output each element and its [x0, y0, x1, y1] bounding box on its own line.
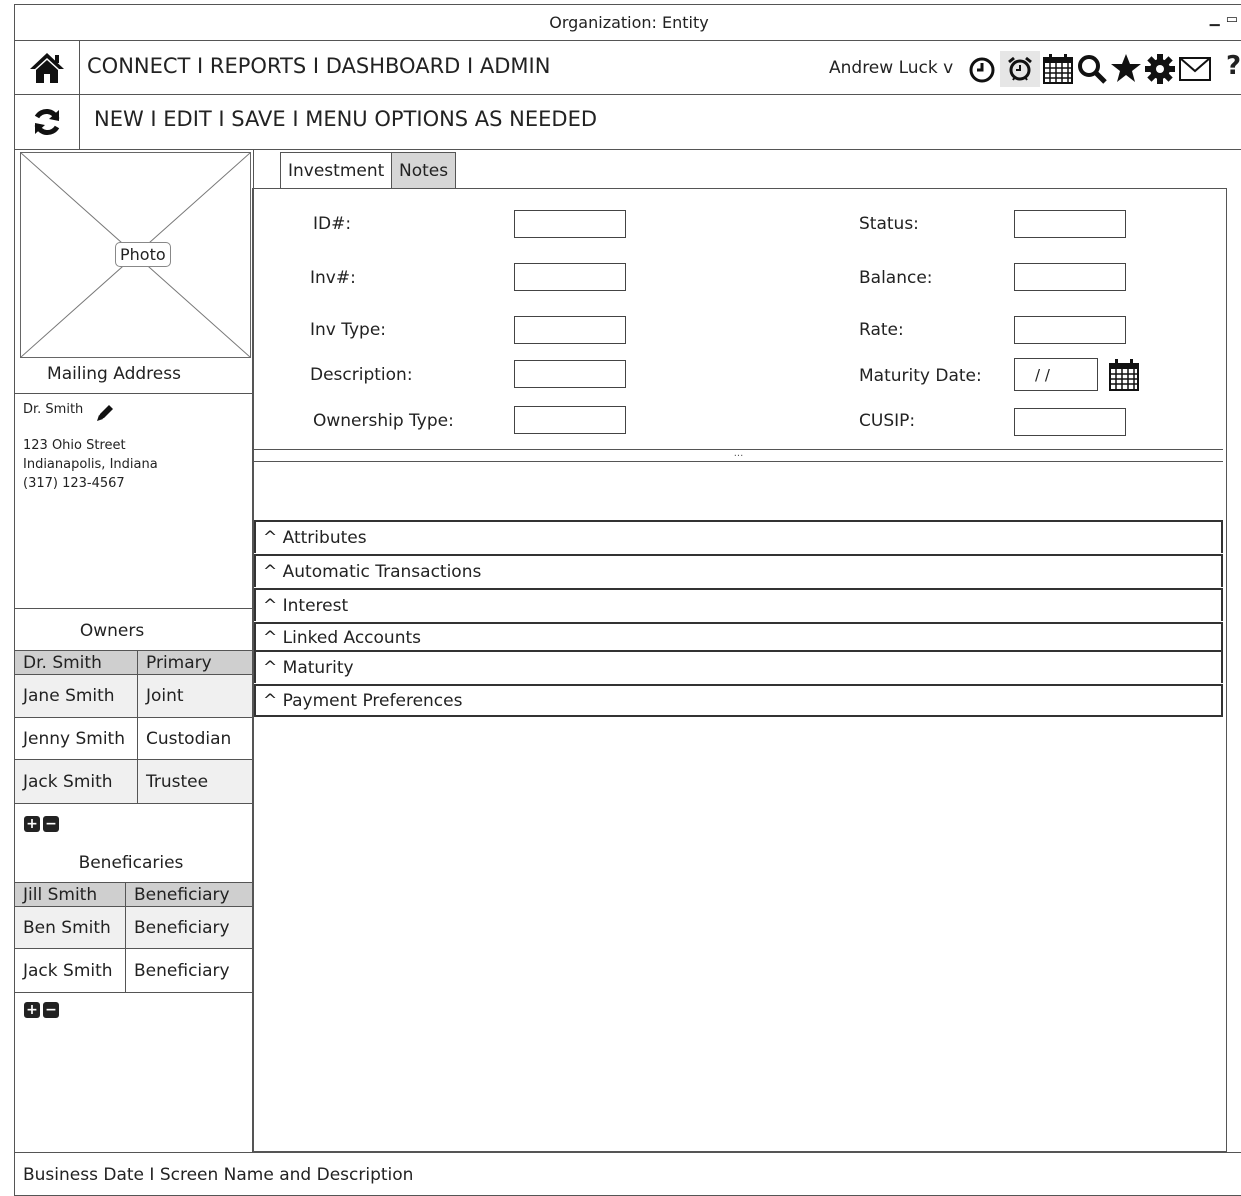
sidebar: Photo Mailing Address Dr. Smith 123 Ohio… [14, 150, 254, 1152]
help-icon[interactable]: ? [1226, 51, 1241, 81]
calendar-icon[interactable] [1042, 53, 1074, 85]
beneficiary-role: Beneficiary [125, 882, 254, 907]
action-menu[interactable]: NEW I EDIT I SAVE I MENU OPTIONS AS NEED… [94, 107, 597, 131]
calendar-picker-icon[interactable] [1108, 358, 1140, 392]
window-controls: ▁ ▭ [1210, 12, 1239, 27]
beneficiaries-title: Beneficaries [78, 853, 184, 873]
status-bar: Business Date I Screen Name and Descript… [14, 1152, 1241, 1196]
photo-label: Photo [115, 242, 171, 267]
table-row[interactable]: Jack Smith Trustee [14, 759, 254, 804]
id-field[interactable] [514, 210, 626, 238]
status-field[interactable] [1014, 210, 1126, 238]
tab-notes[interactable]: Notes [391, 152, 457, 188]
section-linked-accounts[interactable]: ^ Linked Accounts [254, 622, 1223, 651]
table-row[interactable]: Jill Smith Beneficiary [14, 882, 254, 907]
owner-name: Jenny Smith [14, 717, 138, 760]
action-bar: NEW I EDIT I SAVE I MENU OPTIONS AS NEED… [14, 95, 1241, 150]
section-maturity[interactable]: ^ Maturity [254, 650, 1223, 683]
balance-field[interactable] [1014, 263, 1126, 291]
maturity-date-field[interactable]: / / [1014, 358, 1098, 391]
section-attributes[interactable]: ^ Attributes [254, 520, 1223, 553]
refresh-icon [34, 109, 59, 135]
maximize-icon[interactable]: ▭ [1226, 12, 1239, 27]
panel-splitter[interactable]: ... [254, 449, 1223, 462]
beneficiary-role: Beneficiary [125, 906, 254, 949]
window-titlebar: Organization: Entity [14, 4, 1241, 41]
add-beneficiary-icon[interactable]: + [24, 1002, 40, 1018]
beneficiaries-table: Jill Smith Beneficiary Ben Smith Benefic… [14, 882, 254, 993]
beneficiaries-controls: + − [24, 999, 62, 1018]
section-automatic-transactions[interactable]: ^ Automatic Transactions [254, 554, 1223, 587]
owner-role: Primary [137, 650, 254, 675]
owner-name: Dr. Smith [14, 650, 138, 675]
divider [14, 608, 254, 609]
search-icon[interactable] [1076, 53, 1108, 85]
mailing-address-title: Mailing Address [47, 364, 181, 384]
home-icon [29, 52, 64, 83]
owner-role: Custodian [137, 717, 254, 760]
photo-placeholder: Photo [20, 152, 251, 358]
gear-icon[interactable] [1144, 53, 1176, 85]
user-menu[interactable]: Andrew Luck v [829, 58, 953, 78]
address-line-2: Indianapolis, Indiana [23, 457, 158, 472]
id-label: ID#: [313, 214, 352, 234]
section-interest[interactable]: ^ Interest [254, 588, 1223, 621]
owner-role: Trustee [137, 759, 254, 804]
rate-label: Rate: [859, 320, 904, 340]
inv-type-label: Inv Type: [310, 320, 387, 340]
contact-name: Dr. Smith [23, 402, 84, 417]
description-field[interactable] [514, 360, 626, 388]
description-label: Description: [310, 365, 413, 385]
ownership-type-field[interactable] [514, 406, 626, 434]
inv-label: Inv#: [310, 268, 356, 288]
table-row[interactable]: Ben Smith Beneficiary [14, 906, 254, 949]
table-row[interactable]: Dr. Smith Primary [14, 650, 254, 675]
section-payment-preferences[interactable]: ^ Payment Preferences [254, 684, 1223, 717]
inv-field[interactable] [514, 263, 626, 291]
beneficiary-name: Jack Smith [14, 948, 126, 993]
owners-title: Owners [79, 621, 145, 641]
window-title: Organization: Entity [549, 12, 709, 32]
ownership-type-label: Ownership Type: [313, 411, 454, 431]
beneficiary-role: Beneficiary [125, 948, 254, 993]
owners-controls: + − [24, 813, 62, 832]
minimize-icon[interactable]: ▁ [1210, 12, 1221, 27]
divider [14, 393, 254, 394]
table-row[interactable]: Jane Smith Joint [14, 674, 254, 718]
address-line-1: 123 Ohio Street [23, 438, 126, 453]
status-label: Status: [859, 214, 919, 234]
balance-label: Balance: [859, 268, 933, 288]
owner-name: Jane Smith [14, 674, 138, 718]
alarm-button[interactable] [1000, 51, 1040, 87]
add-owner-icon[interactable]: + [24, 816, 40, 832]
owners-table: Dr. Smith Primary Jane Smith Joint Jenny… [14, 650, 254, 804]
clock-icon[interactable] [968, 56, 996, 84]
owner-role: Joint [137, 674, 254, 718]
refresh-button[interactable] [14, 95, 80, 149]
beneficiary-name: Ben Smith [14, 906, 126, 949]
phone-number: (317) 123-4567 [23, 476, 125, 491]
remove-owner-icon[interactable]: − [43, 816, 59, 832]
beneficiary-name: Jill Smith [14, 882, 126, 907]
remove-beneficiary-icon[interactable]: − [43, 1002, 59, 1018]
alarm-clock-icon [1008, 56, 1032, 81]
edit-pencil-icon[interactable] [94, 402, 116, 424]
cusip-label: CUSIP: [859, 411, 916, 431]
tab-investment[interactable]: Investment [280, 152, 393, 189]
home-button[interactable] [14, 41, 80, 94]
inv-type-field[interactable] [514, 316, 626, 344]
mail-icon[interactable] [1178, 55, 1212, 83]
splitter-grip: ... [733, 448, 744, 459]
star-icon[interactable] [1110, 53, 1142, 83]
main-menu[interactable]: CONNECT I REPORTS I DASHBOARD I ADMIN [87, 54, 550, 78]
cusip-field[interactable] [1014, 408, 1126, 436]
maturity-date-label: Maturity Date: [859, 366, 982, 386]
table-row[interactable]: Jack Smith Beneficiary [14, 948, 254, 993]
status-bar-text: Business Date I Screen Name and Descript… [23, 1164, 414, 1185]
table-row[interactable]: Jenny Smith Custodian [14, 717, 254, 760]
owner-name: Jack Smith [14, 759, 138, 804]
main-nav-bar: CONNECT I REPORTS I DASHBOARD I ADMIN An… [14, 41, 1241, 95]
rate-field[interactable] [1014, 316, 1126, 344]
